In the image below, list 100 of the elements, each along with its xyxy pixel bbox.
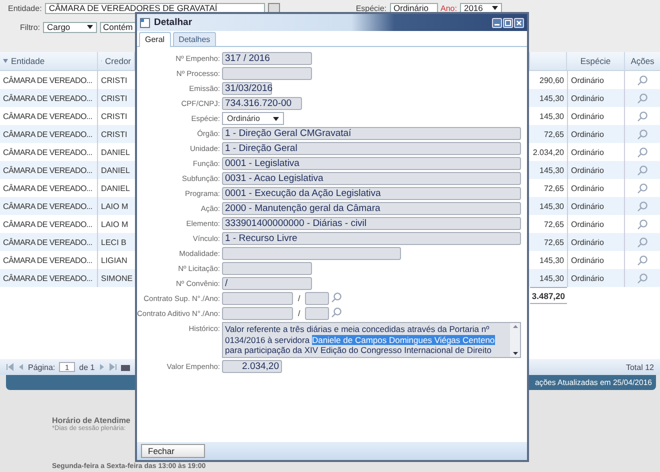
search-icon[interactable] xyxy=(637,200,648,212)
number-field[interactable] xyxy=(222,292,293,305)
next-page-icon[interactable] xyxy=(98,363,105,371)
table-cell-text: 145,30 xyxy=(538,200,565,212)
search-icon[interactable] xyxy=(637,128,648,140)
table-cell-text: CRISTI xyxy=(100,74,128,86)
table-cell-text: LIGIAN xyxy=(100,254,128,266)
caret-icon xyxy=(273,116,279,120)
table-cell-text: 72,65 xyxy=(542,218,565,230)
entity-select[interactable]: CÂMARA DE VEREADORES DE GRAVATAÍ xyxy=(44,2,265,14)
table-cell-text: SIMONE xyxy=(100,272,134,284)
last-page-icon[interactable] xyxy=(108,363,117,371)
table-cell-text: 145,30 xyxy=(538,110,565,122)
maximize-icon[interactable] xyxy=(503,18,513,28)
table-cell-text: CRISTI xyxy=(100,110,128,122)
text-field[interactable]: 1 - Direção Geral xyxy=(222,142,521,155)
select-field[interactable]: Ordinário xyxy=(222,112,284,125)
text-field[interactable] xyxy=(222,247,401,260)
hours-title: Horário de Atendime xyxy=(52,416,132,425)
table-cell-text: DANIEL xyxy=(100,164,131,176)
field-label: Ano: xyxy=(440,4,457,12)
text-field[interactable]: 317 / 2016 xyxy=(222,52,312,65)
table-cell: CÂMARA DE VEREADO... xyxy=(0,161,98,179)
table-cell-text: 145,30 xyxy=(538,272,565,284)
table-cell: CÂMARA DE VEREADO... xyxy=(0,125,98,143)
search-icon[interactable] xyxy=(637,182,648,194)
amount-field[interactable]: 2.034,20 xyxy=(222,360,282,372)
field-label: Entidade: xyxy=(8,4,42,12)
table-cell-text: LAIO M xyxy=(100,218,130,230)
text-field[interactable]: 2000 - Manutenção geral da Câmara xyxy=(222,202,521,215)
search-icon[interactable] xyxy=(637,272,648,284)
lookup-button[interactable] xyxy=(268,3,280,13)
tab[interactable]: Geral xyxy=(139,32,171,47)
text-field[interactable]: 1 - Direção Geral CMGravataí xyxy=(222,127,521,140)
type-select[interactable]: Ordinário xyxy=(390,2,438,14)
table-cell: Ordinário xyxy=(567,125,625,143)
column-header[interactable]: Espécie xyxy=(567,52,625,70)
year-select[interactable]: 2016 xyxy=(460,2,502,14)
column-header[interactable]: Entidade xyxy=(0,52,98,70)
search-icon[interactable] xyxy=(637,74,648,86)
caret-icon xyxy=(492,6,498,10)
search-icon[interactable] xyxy=(331,292,342,303)
table-cell: Ordinário xyxy=(567,89,625,107)
table-cell: CÂMARA DE VEREADO... xyxy=(0,269,98,287)
table-cell-text: 290,60 xyxy=(538,74,565,86)
text-field[interactable]: 734.316.720-00 xyxy=(222,97,302,110)
search-icon[interactable] xyxy=(637,236,648,248)
table-cell-text: 145,30 xyxy=(538,254,565,266)
scroll-up-icon[interactable] xyxy=(512,325,518,328)
total-cell: 3.487,20 xyxy=(530,287,567,304)
text-field[interactable]: 0031 - Acao Legislativa xyxy=(222,172,521,185)
table-cell-text: 145,30 xyxy=(538,164,565,176)
text-field[interactable]: / xyxy=(222,277,312,290)
close-button[interactable]: Fechar xyxy=(141,444,205,458)
search-icon[interactable] xyxy=(637,110,648,122)
previous-page-icon[interactable] xyxy=(18,363,24,371)
table-cell: Ordinário xyxy=(567,233,625,251)
filter-operator-select[interactable]: Contém xyxy=(100,22,136,32)
table-cell: CÂMARA DE VEREADO... xyxy=(0,89,98,107)
text-field[interactable]: 31/03/2016 xyxy=(222,82,272,95)
page-count: de 1 xyxy=(79,362,95,372)
record-total: Total 12 xyxy=(626,362,654,372)
text-field[interactable]: 0001 - Legislativa xyxy=(222,157,521,170)
search-icon[interactable] xyxy=(331,307,342,318)
close-icon[interactable] xyxy=(514,18,524,28)
separator: / xyxy=(297,293,302,305)
text-field[interactable]: 333901400000000 - Diárias - civil xyxy=(222,217,521,230)
table-cell: Ordinário xyxy=(567,269,625,287)
table-cell-text: CRISTI xyxy=(100,92,128,104)
scroll-down-icon[interactable] xyxy=(512,352,518,354)
minimize-icon[interactable] xyxy=(492,18,502,28)
table-cell-text: DANIEL xyxy=(100,146,131,158)
table-cell: Ordinário xyxy=(567,161,625,179)
year-field[interactable] xyxy=(305,307,330,320)
table-cell-text: DANIEL xyxy=(100,182,131,194)
filter-field-select[interactable]: Cargo xyxy=(43,22,97,32)
text-field[interactable]: 1 - Recurso Livre xyxy=(222,232,521,245)
table-cell-text: 72,65 xyxy=(542,236,565,248)
search-icon[interactable] xyxy=(637,254,648,266)
first-page-icon[interactable] xyxy=(6,363,14,371)
window-icon xyxy=(140,18,150,28)
search-icon[interactable] xyxy=(637,92,648,104)
table-cell-text: 72,65 xyxy=(542,182,565,194)
page-label: Página: xyxy=(28,362,56,372)
search-icon[interactable] xyxy=(637,164,648,176)
year-field[interactable] xyxy=(305,292,330,305)
history-textarea[interactable]: Valor referente a três diárias e meia concedidas através da Portaria nº 0134/2016 à servidora Daniele de Campos Domingues Viégas Centeno para participação da XIV Edição do Congresso Internacional de Direito xyxy=(222,322,521,358)
number-field[interactable] xyxy=(222,307,293,320)
separator: / xyxy=(297,308,302,320)
dialog-title: Detalhar xyxy=(154,17,192,28)
text-field[interactable] xyxy=(222,262,312,275)
text-field[interactable]: 0001 - Execução da Ação Legislativa xyxy=(222,187,521,200)
column-header[interactable]: Ações xyxy=(625,52,660,70)
text-field[interactable] xyxy=(222,67,312,80)
field-label: Espécie: xyxy=(356,4,386,12)
search-icon[interactable] xyxy=(637,218,648,230)
caret-icon xyxy=(87,25,93,29)
table-cell: CÂMARA DE VEREADO... xyxy=(0,197,98,215)
tab[interactable]: Detalhes xyxy=(172,32,216,46)
search-icon[interactable] xyxy=(637,146,648,158)
